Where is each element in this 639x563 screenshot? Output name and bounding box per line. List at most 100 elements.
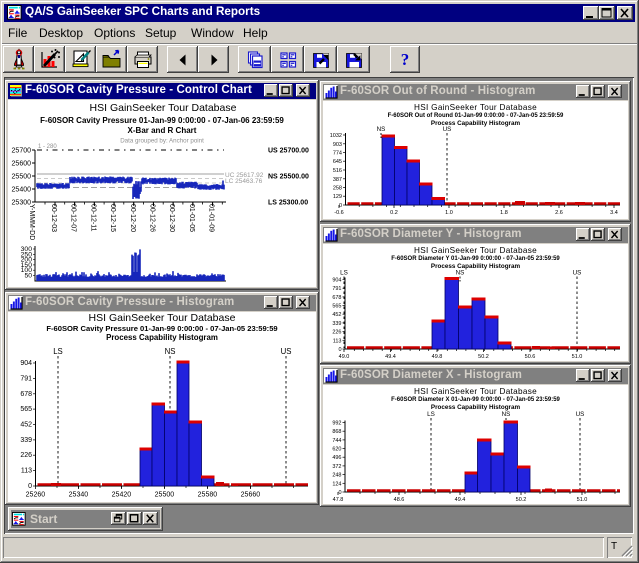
svg-text:516: 516 bbox=[333, 168, 342, 174]
svg-text:124: 124 bbox=[332, 481, 341, 487]
svg-text:NS: NS bbox=[165, 347, 176, 356]
svg-text:50: 50 bbox=[24, 273, 32, 280]
svg-text:248: 248 bbox=[332, 473, 341, 479]
svg-text:LS: LS bbox=[53, 347, 63, 356]
svg-text:00-12-07: 00-12-07 bbox=[70, 204, 77, 232]
svg-text:50.2: 50.2 bbox=[478, 354, 489, 360]
svg-text:X-Bar and R Chart: X-Bar and R Chart bbox=[128, 126, 197, 135]
svg-text:372: 372 bbox=[332, 464, 341, 470]
svg-text:904: 904 bbox=[332, 278, 341, 284]
svg-text:LS 25300.00: LS 25300.00 bbox=[268, 200, 308, 207]
svg-text:25660: 25660 bbox=[241, 492, 261, 499]
svg-text:25580: 25580 bbox=[198, 492, 218, 499]
svg-text:774: 774 bbox=[333, 151, 342, 157]
svg-text:3.4: 3.4 bbox=[610, 210, 618, 216]
svg-text:25420: 25420 bbox=[112, 492, 132, 499]
svg-text:2.6: 2.6 bbox=[555, 210, 563, 216]
svg-text:258: 258 bbox=[333, 186, 342, 192]
svg-text:452: 452 bbox=[20, 422, 32, 429]
svg-text:50.2: 50.2 bbox=[516, 497, 527, 503]
svg-text:00-12-20: 00-12-20 bbox=[129, 204, 136, 232]
svg-text:25600: 25600 bbox=[12, 161, 32, 168]
svg-text:678: 678 bbox=[332, 295, 341, 301]
svg-text:496: 496 bbox=[332, 455, 341, 461]
svg-text:565: 565 bbox=[332, 304, 341, 310]
svg-text:-0.6: -0.6 bbox=[334, 210, 343, 216]
svg-text:904: 904 bbox=[20, 360, 32, 367]
svg-text:Process Capability Histogram: Process Capability Histogram bbox=[106, 333, 218, 342]
svg-text:F-60SOR Out of Round 01-Jan-9: F-60SOR Out of Round 01-Jan-99 0:00:00 -… bbox=[388, 113, 564, 119]
svg-text:678: 678 bbox=[20, 391, 32, 398]
svg-text:113: 113 bbox=[333, 338, 342, 344]
svg-text:868: 868 bbox=[332, 429, 341, 435]
svg-text:US: US bbox=[576, 411, 585, 418]
svg-text:25500: 25500 bbox=[155, 492, 175, 499]
svg-text:25500: 25500 bbox=[12, 174, 32, 181]
svg-text:00-12-03: 00-12-03 bbox=[50, 204, 57, 232]
svg-text:NS: NS bbox=[502, 411, 511, 418]
svg-text:620: 620 bbox=[332, 447, 341, 453]
svg-text:744: 744 bbox=[332, 438, 341, 444]
svg-text:F-60SOR Diameter X 01-Jan-99: F-60SOR Diameter X 01-Jan-99 0:00:00 - 0… bbox=[391, 397, 560, 403]
svg-text:226: 226 bbox=[332, 330, 341, 336]
svg-text:NS: NS bbox=[377, 126, 386, 133]
svg-text:565: 565 bbox=[20, 406, 32, 413]
svg-text:Data grouped by: Anchor point: Data grouped by: Anchor point bbox=[120, 138, 204, 145]
svg-text:25400: 25400 bbox=[12, 187, 32, 194]
svg-text:0.2: 0.2 bbox=[390, 210, 398, 216]
svg-text:1.0: 1.0 bbox=[445, 210, 453, 216]
svg-text:226: 226 bbox=[20, 452, 32, 459]
svg-text:49.4: 49.4 bbox=[455, 497, 466, 503]
svg-text:452: 452 bbox=[332, 312, 341, 318]
svg-text:49.4: 49.4 bbox=[385, 354, 396, 360]
svg-text:25700: 25700 bbox=[12, 148, 32, 155]
svg-text:00-12-11: 00-12-11 bbox=[89, 204, 96, 232]
svg-text:49.0: 49.0 bbox=[339, 354, 350, 360]
svg-text:NS 25500.00: NS 25500.00 bbox=[268, 174, 309, 181]
svg-text:0: 0 bbox=[28, 483, 32, 490]
svg-text:645: 645 bbox=[333, 159, 342, 165]
svg-text:903: 903 bbox=[333, 142, 342, 148]
svg-text:1 - 280: 1 - 280 bbox=[38, 144, 57, 150]
svg-text:LS: LS bbox=[340, 270, 348, 277]
svg-text:791: 791 bbox=[20, 375, 32, 382]
svg-text:113: 113 bbox=[21, 468, 32, 475]
svg-text:25260: 25260 bbox=[26, 492, 46, 499]
svg-text:US: US bbox=[573, 270, 582, 277]
svg-text:Y-MMM-DD: Y-MMM-DD bbox=[28, 204, 35, 240]
svg-text:47.8: 47.8 bbox=[333, 497, 344, 503]
svg-text:339: 339 bbox=[20, 437, 32, 444]
svg-text:339: 339 bbox=[332, 321, 341, 327]
svg-text:US 25700.00: US 25700.00 bbox=[268, 148, 309, 155]
svg-text:1.8: 1.8 bbox=[500, 210, 508, 216]
svg-text:HSI GainSeeker Tour Database: HSI GainSeeker Tour Database bbox=[90, 102, 237, 114]
svg-text:HSI GainSeeker Tour Database: HSI GainSeeker Tour Database bbox=[414, 103, 537, 112]
svg-text:F-60SOR Cavity Pressure 01-Ja: F-60SOR Cavity Pressure 01-Jan-99 0:00:0… bbox=[40, 116, 284, 125]
svg-text:51.0: 51.0 bbox=[577, 497, 588, 503]
svg-text:00-12-15: 00-12-15 bbox=[109, 204, 116, 232]
svg-text:387: 387 bbox=[333, 177, 342, 183]
svg-text:51.0: 51.0 bbox=[572, 354, 583, 360]
svg-text:992: 992 bbox=[332, 421, 341, 427]
svg-text:129: 129 bbox=[333, 194, 342, 200]
svg-text:LC 25463.76: LC 25463.76 bbox=[225, 178, 263, 185]
svg-text:0: 0 bbox=[338, 347, 341, 353]
svg-text:00-12-26: 00-12-26 bbox=[149, 204, 156, 232]
svg-text:US: US bbox=[281, 347, 292, 356]
svg-text:NS: NS bbox=[456, 270, 465, 277]
svg-text:0: 0 bbox=[338, 490, 341, 496]
svg-text:LS: LS bbox=[427, 411, 435, 418]
svg-text:US: US bbox=[443, 126, 452, 133]
svg-text:HSI GainSeeker Tour Database: HSI GainSeeker Tour Database bbox=[414, 387, 537, 396]
svg-text:50.6: 50.6 bbox=[525, 354, 536, 360]
svg-text:HSI GainSeeker Tour Database: HSI GainSeeker Tour Database bbox=[89, 312, 236, 324]
svg-text:00-12-30: 00-12-30 bbox=[168, 204, 175, 232]
svg-text:01-01-09: 01-01-09 bbox=[208, 204, 215, 232]
svg-text:49.8: 49.8 bbox=[432, 354, 443, 360]
svg-text:791: 791 bbox=[332, 286, 341, 292]
svg-text:F-60SOR Cavity Pressure 01-Ja: F-60SOR Cavity Pressure 01-Jan-99 0:00:0… bbox=[46, 324, 277, 333]
svg-text:HSI GainSeeker Tour Database: HSI GainSeeker Tour Database bbox=[414, 246, 537, 255]
svg-text:01-01-05: 01-01-05 bbox=[188, 204, 195, 232]
svg-text:F-60SOR Diameter Y 01-Jan-99: F-60SOR Diameter Y 01-Jan-99 0:00:00 - 0… bbox=[391, 256, 560, 262]
svg-text:48.6: 48.6 bbox=[394, 497, 405, 503]
